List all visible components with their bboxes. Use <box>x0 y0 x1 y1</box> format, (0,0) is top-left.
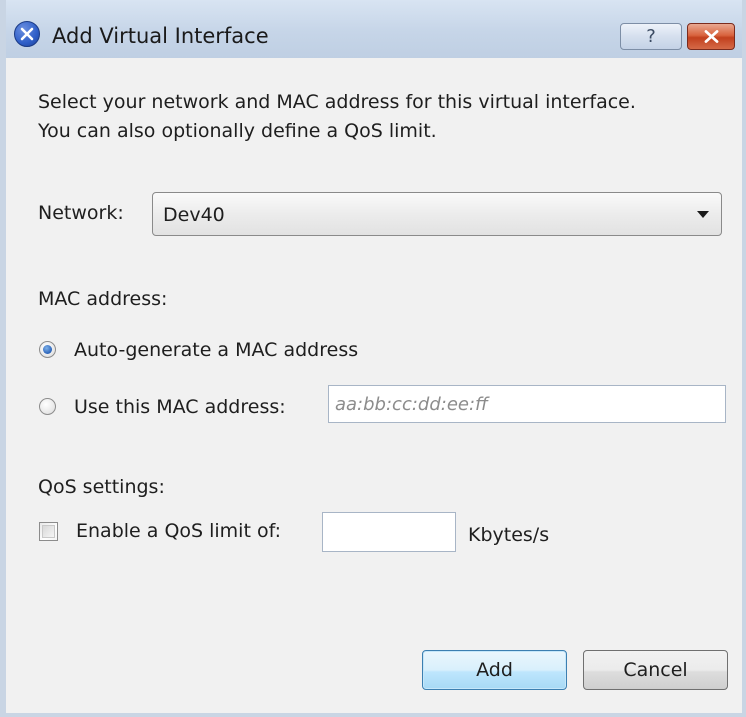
qos-section-label: QoS settings: <box>38 476 165 498</box>
manual-mac-radio[interactable] <box>39 398 56 415</box>
manual-mac-label[interactable]: Use this MAC address: <box>74 394 286 420</box>
close-icon <box>704 30 719 43</box>
help-button[interactable]: ? <box>620 23 682 50</box>
intro-line-2: You can also optionally define a QoS lim… <box>38 120 437 142</box>
auto-mac-label[interactable]: Auto-generate a MAC address <box>74 337 358 363</box>
auto-mac-radio[interactable] <box>39 341 56 358</box>
network-label: Network: <box>38 202 124 224</box>
title-bar[interactable]: Add Virtual Interface ? <box>6 0 742 58</box>
mac-address-input[interactable] <box>328 385 726 423</box>
window-title: Add Virtual Interface <box>52 24 269 48</box>
network-select[interactable]: Dev40 <box>152 192 722 236</box>
qos-enable-label[interactable]: Enable a QoS limit of: <box>76 518 281 544</box>
add-virtual-interface-dialog: Add Virtual Interface ? Select your netw… <box>0 0 746 717</box>
qos-enable-checkbox[interactable] <box>39 522 58 541</box>
intro-line-1: Select your network and MAC address for … <box>38 91 636 113</box>
checkbox-box <box>42 525 55 538</box>
add-button[interactable]: Add <box>422 650 567 690</box>
close-button[interactable] <box>687 23 735 50</box>
cancel-button[interactable]: Cancel <box>583 650 728 690</box>
qos-unit-label: Kbytes/s <box>468 524 550 546</box>
mac-section-label: MAC address: <box>38 288 168 310</box>
x-logo-icon <box>14 21 40 47</box>
dialog-content: Select your network and MAC address for … <box>6 58 742 713</box>
radio-selected-dot <box>43 345 52 354</box>
chevron-down-icon <box>697 211 709 218</box>
intro-text: Select your network and MAC address for … <box>38 88 636 146</box>
qos-limit-input[interactable] <box>322 512 456 552</box>
network-selected-value: Dev40 <box>163 204 225 226</box>
